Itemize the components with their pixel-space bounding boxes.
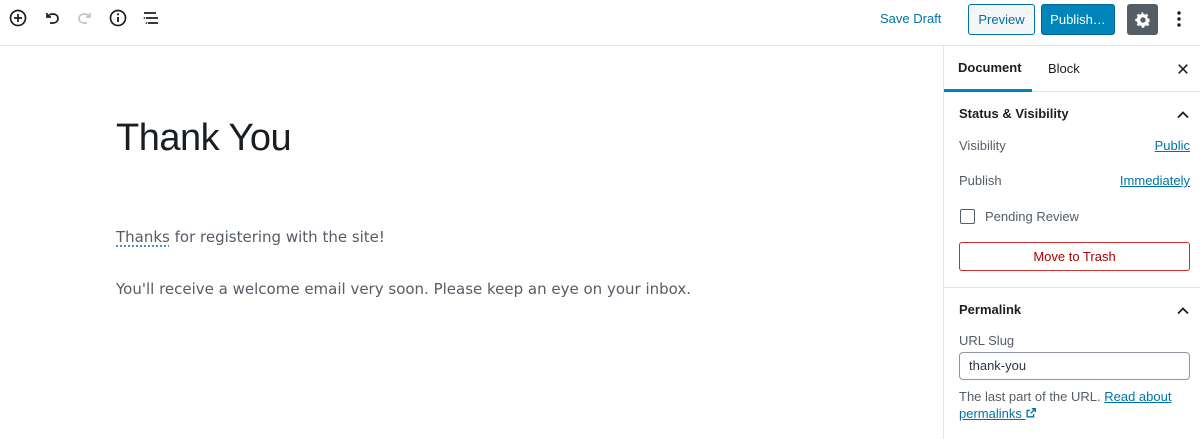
- outline-icon[interactable]: [141, 8, 161, 28]
- settings-sidebar: Document Block Status & Visibility Visib…: [943, 46, 1200, 439]
- permalink-help-text: The last part of the URL. Read about per…: [959, 388, 1191, 422]
- chevron-up-icon: [1177, 111, 1189, 119]
- chevron-up-icon: [1177, 307, 1189, 315]
- url-slug-input[interactable]: thank-you: [959, 352, 1190, 380]
- save-draft-button[interactable]: Save Draft: [880, 10, 941, 28]
- gear-icon: [1134, 11, 1151, 28]
- permalink-panel-toggle[interactable]: Permalink: [944, 287, 1200, 331]
- tab-document[interactable]: Document: [944, 46, 1032, 92]
- url-slug-label: URL Slug: [959, 333, 1015, 348]
- editor-toolbar: Save Draft Preview Publish…: [0, 0, 1200, 46]
- paragraph-text: for registering with the site!: [169, 228, 385, 246]
- close-icon[interactable]: [1176, 62, 1190, 76]
- pending-review-checkbox[interactable]: [960, 209, 975, 224]
- panel-title: Status & Visibility: [959, 106, 1069, 121]
- preview-button[interactable]: Preview: [968, 4, 1035, 35]
- pending-review-label[interactable]: Pending Review: [985, 209, 1079, 224]
- visibility-toggle[interactable]: Public: [1155, 138, 1190, 153]
- spellcheck-word: Thanks: [116, 228, 170, 246]
- more-options-button[interactable]: [1168, 8, 1190, 30]
- sidebar-tabs: Document Block: [944, 46, 1200, 92]
- paragraph-block[interactable]: You'll receive a welcome email very soon…: [116, 280, 691, 298]
- add-block-icon[interactable]: [8, 8, 28, 28]
- undo-icon[interactable]: [42, 8, 62, 28]
- panel-title: Permalink: [959, 302, 1022, 317]
- help-text: The last part of the URL.: [959, 389, 1105, 404]
- visibility-label: Visibility: [959, 138, 1006, 153]
- editor-canvas: Thank You Thanks for registering with th…: [0, 46, 943, 439]
- tab-block[interactable]: Block: [1048, 46, 1080, 92]
- more-vertical-icon: [1177, 11, 1181, 27]
- publish-button[interactable]: Publish…: [1041, 4, 1115, 35]
- post-title[interactable]: Thank You: [116, 117, 292, 160]
- move-to-trash-button[interactable]: Move to Trash: [959, 242, 1190, 271]
- publish-date-toggle[interactable]: Immediately: [1120, 173, 1190, 188]
- info-icon[interactable]: [108, 8, 128, 28]
- redo-icon[interactable]: [75, 8, 95, 28]
- publish-label: Publish: [959, 173, 1002, 188]
- settings-button[interactable]: [1127, 4, 1158, 35]
- external-link-icon: [1026, 408, 1037, 418]
- status-visibility-panel-toggle[interactable]: Status & Visibility: [944, 92, 1200, 136]
- paragraph-block[interactable]: Thanks for registering with the site!: [116, 228, 385, 246]
